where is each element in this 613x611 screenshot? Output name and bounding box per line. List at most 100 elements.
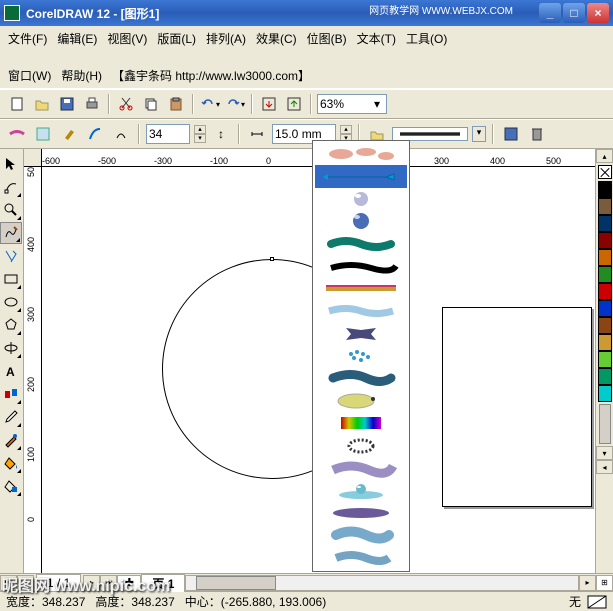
zoom-combo[interactable]: ▾ — [317, 94, 387, 114]
stroke-item[interactable] — [315, 188, 407, 210]
calligraphic-icon[interactable] — [84, 123, 106, 145]
ruler-origin[interactable] — [24, 149, 42, 167]
stroke-item[interactable] — [315, 345, 407, 367]
open-button[interactable] — [31, 93, 53, 115]
stroke-item[interactable] — [315, 524, 407, 546]
save-button[interactable] — [56, 93, 78, 115]
menu-layout[interactable]: 版面(L) — [157, 30, 196, 47]
menu-text[interactable]: 文本(T) — [357, 30, 396, 47]
basic-shapes-tool[interactable] — [0, 337, 22, 359]
pressure-icon[interactable] — [110, 123, 132, 145]
ellipse-tool[interactable] — [0, 291, 22, 313]
stroke-item[interactable] — [315, 457, 407, 479]
text-tool[interactable]: A — [0, 360, 22, 382]
color-swatch[interactable] — [598, 385, 612, 402]
minimize-button[interactable]: _ — [539, 3, 561, 23]
stroke-item[interactable] — [315, 278, 407, 300]
cut-button[interactable] — [115, 93, 137, 115]
ruler-vertical[interactable]: 504003002001000 — [24, 167, 42, 573]
hscroll-right[interactable]: ▸ — [579, 575, 596, 591]
stroke-item[interactable] — [315, 255, 407, 277]
stroke-item[interactable] — [315, 210, 407, 232]
stroke-item[interactable] — [315, 547, 407, 569]
color-swatch[interactable] — [598, 283, 612, 300]
color-swatch[interactable] — [598, 181, 612, 198]
page-tab-1[interactable]: 页 1 — [141, 574, 185, 592]
palette-thumb[interactable] — [599, 404, 611, 444]
stroke-item[interactable] — [315, 434, 407, 456]
smoothing-input[interactable] — [149, 127, 179, 141]
menu-window[interactable]: 窗口(W) — [8, 67, 51, 84]
color-swatch[interactable] — [598, 266, 612, 283]
menu-help[interactable]: 帮助(H) — [61, 67, 102, 84]
new-button[interactable] — [6, 93, 28, 115]
ellipse-node[interactable] — [270, 257, 274, 261]
chevron-down-icon[interactable]: ▾ — [370, 97, 384, 111]
navigator-button[interactable]: ⊞ — [596, 575, 613, 591]
menu-view[interactable]: 视图(V) — [107, 30, 147, 47]
stroke-item[interactable] — [315, 367, 407, 389]
save-stroke-icon[interactable] — [500, 123, 522, 145]
color-swatch[interactable] — [598, 317, 612, 334]
freehand-smooth-icon[interactable]: ↕ — [210, 123, 232, 145]
fill-tool[interactable] — [0, 452, 22, 474]
copy-button[interactable] — [140, 93, 162, 115]
stroke-item[interactable] — [315, 322, 407, 344]
color-swatch[interactable] — [598, 334, 612, 351]
color-swatch[interactable] — [598, 300, 612, 317]
close-button[interactable]: × — [587, 3, 609, 23]
canvas-area[interactable]: -600-500-300-1000100200300400500 5040030… — [24, 149, 595, 573]
stroke-item[interactable] — [315, 390, 407, 412]
last-page-button[interactable]: ⏭ — [100, 575, 117, 591]
smoothing-spinner[interactable]: ▴▾ — [194, 125, 206, 143]
import-button[interactable] — [258, 93, 280, 115]
menu-edit[interactable]: 编辑(E) — [57, 30, 97, 47]
stroke-item[interactable] — [315, 233, 407, 255]
zoom-input[interactable] — [320, 97, 370, 111]
outline-tool[interactable] — [0, 429, 22, 451]
color-swatch[interactable] — [598, 215, 612, 232]
stroke-dropdown-arrow[interactable]: ▾ — [472, 126, 486, 142]
shape-tool[interactable] — [0, 176, 22, 198]
menu-tools[interactable]: 工具(O) — [406, 30, 447, 47]
no-fill-swatch[interactable] — [598, 165, 612, 179]
menu-extra-link[interactable]: 【鑫宇条码 http://www.lw3000.com】 — [112, 67, 310, 84]
next-page-button[interactable]: ▸ — [83, 575, 100, 591]
paste-button[interactable] — [165, 93, 187, 115]
rectangle-tool[interactable] — [0, 268, 22, 290]
color-swatch[interactable] — [598, 368, 612, 385]
eyedropper-tool[interactable] — [0, 406, 22, 428]
polygon-tool[interactable] — [0, 314, 22, 336]
first-page-button[interactable]: ⏮ — [0, 575, 17, 591]
stroke-item[interactable] — [315, 300, 407, 322]
stroke-preview-combo[interactable] — [392, 127, 468, 141]
palette-scroll-up[interactable]: ▴ — [596, 149, 613, 163]
smoothing-field[interactable] — [146, 124, 190, 144]
palette-scroll-down[interactable]: ▾ — [596, 446, 613, 460]
color-swatch[interactable] — [598, 198, 612, 215]
export-button[interactable] — [283, 93, 305, 115]
stroke-width-input[interactable] — [275, 127, 325, 141]
interactive-blend-tool[interactable] — [0, 383, 22, 405]
maximize-button[interactable]: □ — [563, 3, 585, 23]
delete-stroke-icon[interactable] — [526, 123, 548, 145]
menu-arrange[interactable]: 排列(A) — [206, 30, 246, 47]
preset-brush-icon[interactable] — [6, 123, 28, 145]
stroke-item[interactable] — [315, 479, 407, 501]
color-swatch[interactable] — [598, 232, 612, 249]
menu-file[interactable]: 文件(F) — [8, 30, 47, 47]
stroke-list-dropdown[interactable] — [312, 140, 410, 572]
freehand-tool[interactable] — [0, 222, 22, 244]
add-page-button[interactable]: ✚ — [117, 575, 141, 591]
smart-drawing-tool[interactable] — [0, 245, 22, 267]
undo-button[interactable]: ▾ — [199, 93, 221, 115]
stroke-item[interactable] — [315, 502, 407, 524]
interactive-fill-tool[interactable] — [0, 475, 22, 497]
sprayer-icon[interactable] — [58, 123, 80, 145]
zoom-tool[interactable] — [0, 199, 22, 221]
color-swatch[interactable] — [598, 249, 612, 266]
menu-bitmaps[interactable]: 位图(B) — [307, 30, 347, 47]
prev-page-button[interactable]: ◂ — [17, 575, 34, 591]
stroke-item[interactable] — [315, 143, 407, 165]
hscroll-thumb[interactable] — [196, 576, 276, 590]
